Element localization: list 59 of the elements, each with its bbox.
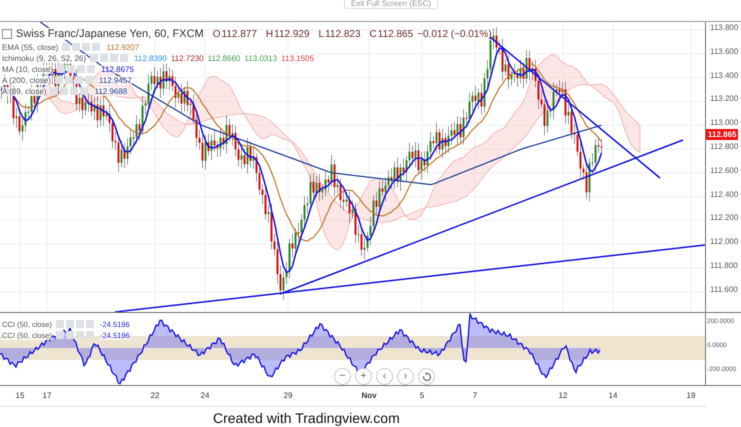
indicator-value: 112.8390: [134, 54, 167, 62]
time-label: 7: [472, 391, 478, 400]
time-label: 29: [282, 391, 294, 400]
price-label: 113.000: [710, 118, 738, 128]
indicator-name[interactable]: A (89, close): [2, 86, 46, 96]
indicator-tools-icon[interactable]: [57, 65, 98, 73]
indicator-value: 112.8660: [208, 54, 240, 62]
time-label: 17: [42, 391, 52, 400]
price-label: 113.600: [710, 46, 738, 56]
time-label: Nov: [360, 391, 378, 400]
price-label: 112.000: [710, 237, 738, 246]
zoom-control-button[interactable]: −: [334, 368, 351, 385]
reset-button[interactable]: [418, 368, 435, 385]
indicator-value: 112.9688: [94, 86, 128, 96]
time-label: 14: [608, 391, 618, 400]
zoom-control-button[interactable]: ›: [397, 368, 414, 385]
time-label: 15: [14, 391, 26, 400]
current-price-badge: 112.865: [706, 129, 738, 140]
ohlc-value: 112.929: [274, 28, 310, 40]
ohlc-label: O: [212, 28, 220, 40]
reset-icon: [422, 372, 432, 382]
caption: Created with Tradingview.com: [212, 409, 401, 426]
indicator-value: 112.8675: [101, 64, 134, 74]
price-label: 112.600: [710, 166, 738, 175]
indicator-name[interactable]: A (200, close): [2, 76, 51, 84]
price-label: 111.800: [710, 261, 738, 270]
ohlc-label: C: [370, 28, 377, 40]
collapse-icon[interactable]: [2, 29, 12, 39]
price-label: 113.200: [710, 94, 738, 104]
indicator-value: 113.1505: [281, 54, 314, 62]
price-label: 113.400: [710, 70, 738, 80]
indicator-value: 112.7230: [170, 54, 204, 62]
ohlc-label: H: [266, 28, 274, 40]
zoom-control-button[interactable]: ‹: [376, 368, 393, 385]
ohlc-value: 112.823: [325, 28, 361, 40]
indicator-tools-icon[interactable]: [56, 331, 96, 339]
indicator-tools-icon[interactable]: [54, 76, 95, 84]
price-label: 112.200: [710, 213, 738, 222]
indicator-value: 112.9207: [106, 42, 140, 52]
time-label: 12: [558, 391, 568, 400]
zoom-control-button[interactable]: +: [355, 368, 372, 385]
time-label: 19: [686, 391, 696, 400]
indicator-tools-icon[interactable]: [50, 87, 90, 95]
price-label: 113.800: [710, 23, 738, 32]
indicator-value: 112.9457: [98, 76, 132, 84]
price-label: 111.600: [710, 284, 738, 294]
indicator-name[interactable]: MA (10, close): [2, 64, 54, 74]
price-label: 112.400: [710, 190, 738, 199]
symbol-title: Swiss Franc/Japanese Yen, 60, FXCM: [16, 28, 204, 40]
price-label: 112.800: [710, 142, 738, 151]
ohlc-label: L: [318, 28, 324, 40]
ohlc-value: 112.865: [378, 28, 414, 40]
indicator-name[interactable]: EMA (55, close): [2, 42, 58, 52]
ohlc-value: 112.877: [222, 28, 257, 40]
time-label: 22: [150, 391, 160, 400]
time-label: 24: [200, 391, 210, 400]
price-change: −0.012 (−0.01%): [417, 28, 492, 40]
time-label: 5: [418, 391, 426, 400]
indicator-value: 113.0313: [244, 54, 278, 62]
